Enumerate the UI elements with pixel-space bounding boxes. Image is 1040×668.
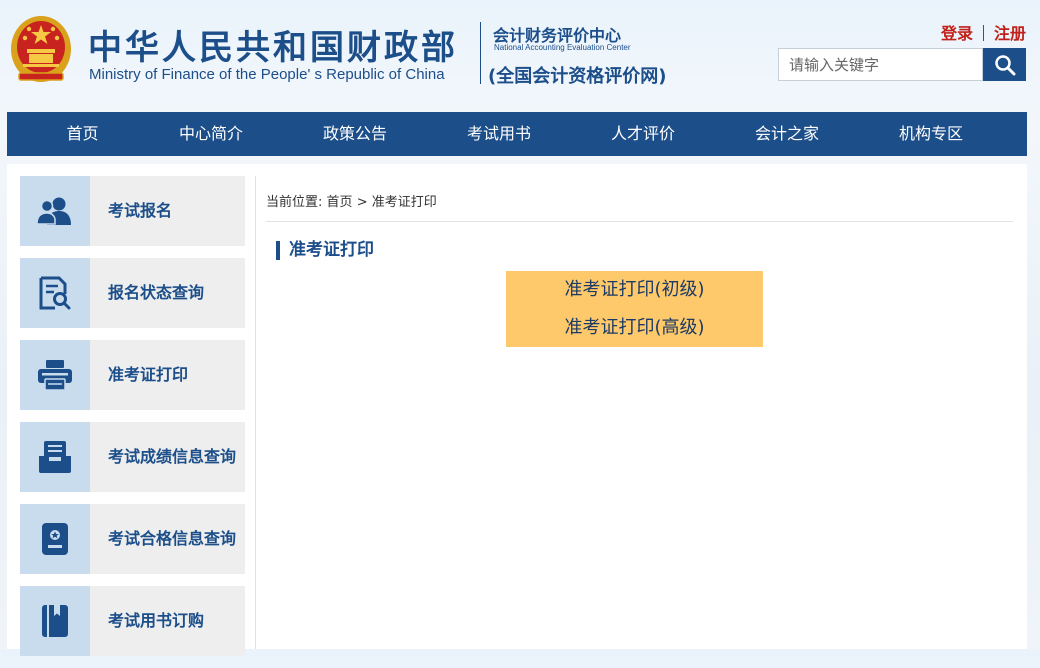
sidebar-item-registration-status[interactable]: 报名状态查询 — [20, 258, 245, 328]
main-content: 考试报名 报名状态查询 准考证打印 考试成绩信息查询 考试合格信息查询 考试用书… — [7, 164, 1027, 656]
sidebar: 考试报名 报名状态查询 准考证打印 考试成绩信息查询 考试合格信息查询 考试用书… — [20, 176, 245, 668]
nav-item-institutions[interactable]: 机构专区 — [840, 112, 1022, 156]
sidebar-item-label: 报名状态查询 — [108, 283, 205, 302]
search-bar — [778, 48, 1026, 81]
sidebar-item-label: 考试报名 — [108, 201, 173, 220]
search-icon — [994, 54, 1015, 75]
search-button[interactable] — [983, 48, 1026, 81]
users-icon — [36, 197, 71, 225]
breadcrumb: 当前位置: 首页 > 准考证打印 — [266, 191, 437, 210]
ministry-title-cn: 中华人民共和国财政部 — [88, 28, 458, 68]
auth-links: 登录 注册 — [941, 20, 1026, 44]
center-title-en: National Accounting Evaluation Center — [494, 43, 631, 52]
nav-item-policy[interactable]: 政策公告 — [264, 112, 446, 156]
print-links-box: 准考证打印(初级) 准考证打印(高级) — [506, 271, 763, 347]
national-emblem-icon — [11, 16, 71, 82]
breadcrumb-current: 准考证打印 — [371, 195, 437, 210]
document-search-icon — [39, 276, 71, 310]
ministry-title-en: Ministry of Finance of the People' s Rep… — [89, 66, 445, 83]
site-header: 中华人民共和国财政部 Ministry of Finance of the Pe… — [0, 0, 1040, 112]
register-link[interactable]: 注册 — [994, 24, 1026, 43]
content-divider — [255, 176, 256, 649]
book-icon — [42, 605, 68, 637]
section-title: 准考证打印 — [276, 241, 374, 260]
print-link-junior[interactable]: 准考证打印(初级) — [506, 271, 763, 309]
sidebar-item-book-order[interactable]: 考试用书订购 — [20, 586, 245, 656]
sidebar-item-score-query[interactable]: 考试成绩信息查询 — [20, 422, 245, 492]
print-link-senior[interactable]: 准考证打印(高级) — [506, 309, 763, 347]
breadcrumb-prefix: 当前位置: — [266, 195, 323, 210]
header-divider — [480, 22, 481, 84]
nav-item-accountants-home[interactable]: 会计之家 — [734, 112, 840, 156]
breadcrumb-separator: > — [356, 195, 368, 210]
center-subtitle: (全国会计资格评价网) — [488, 66, 667, 87]
sidebar-item-label: 考试合格信息查询 — [108, 529, 237, 548]
certificate-icon — [42, 523, 68, 555]
login-link[interactable]: 登录 — [941, 24, 973, 43]
sidebar-item-label: 准考证打印 — [108, 365, 189, 384]
search-input[interactable] — [778, 48, 983, 81]
main-nav: 首页 中心简介 政策公告 考试用书 人才评价 会计之家 机构专区 — [7, 112, 1027, 156]
nav-item-books[interactable]: 考试用书 — [446, 112, 552, 156]
sidebar-item-exam-registration[interactable]: 考试报名 — [20, 176, 245, 246]
nav-item-talent[interactable]: 人才评价 — [552, 112, 734, 156]
sidebar-item-label: 考试成绩信息查询 — [108, 447, 237, 466]
nav-item-home[interactable]: 首页 — [7, 112, 158, 156]
breadcrumb-home-link[interactable]: 首页 — [327, 195, 353, 210]
breadcrumb-divider — [266, 221, 1013, 222]
sidebar-item-label: 考试用书订购 — [108, 611, 205, 630]
nav-item-about[interactable]: 中心简介 — [158, 112, 264, 156]
sidebar-item-qualification-query[interactable]: 考试合格信息查询 — [20, 504, 245, 574]
printer-icon — [38, 360, 72, 391]
inbox-icon — [39, 441, 71, 473]
sidebar-item-admission-print[interactable]: 准考证打印 — [20, 340, 245, 410]
auth-separator — [982, 25, 984, 41]
